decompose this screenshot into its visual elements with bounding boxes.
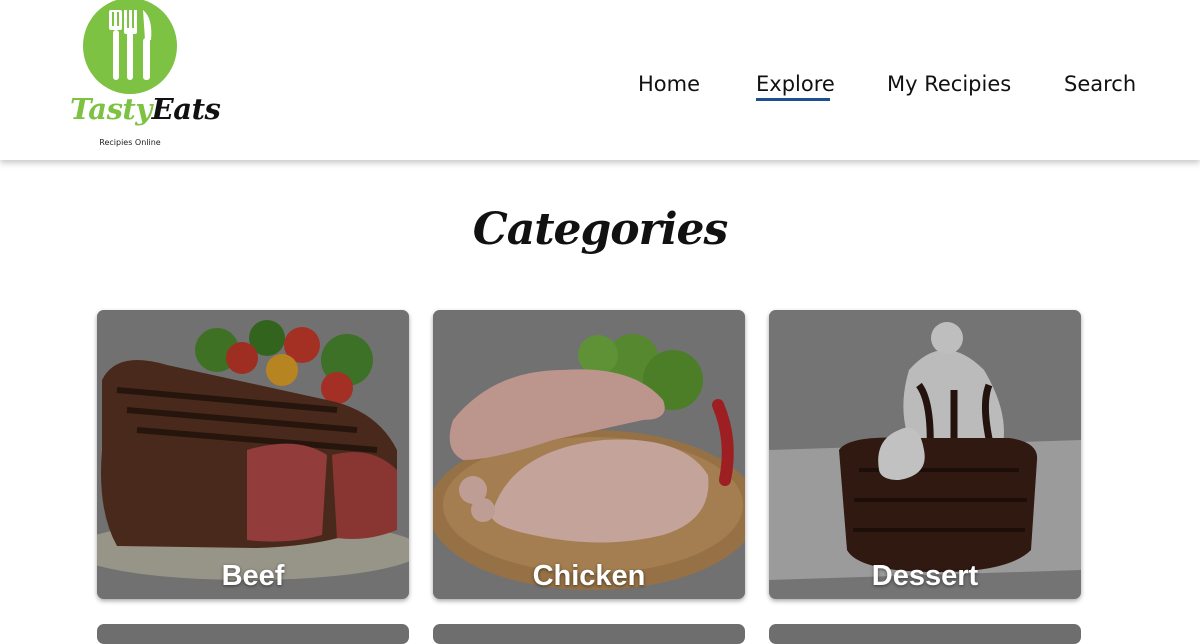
category-card-row2[interactable] (433, 624, 745, 644)
nav-home-link[interactable]: Home (638, 70, 700, 98)
nav-my-recipies-link[interactable]: My Recipies (887, 70, 1011, 98)
brand-tagline: Recipies Online (99, 138, 161, 147)
main-nav: Home Explore My Recipies Search (0, 70, 1200, 110)
card-overlay (433, 310, 745, 599)
category-card-row2[interactable] (769, 624, 1081, 644)
nav-explore-link[interactable]: Explore (756, 70, 835, 98)
category-card-row2[interactable] (97, 624, 409, 644)
page-title: Categories (472, 204, 729, 255)
card-overlay (97, 310, 409, 599)
category-label-chicken: Chicken (532, 560, 646, 592)
category-label-dessert: Dessert (871, 560, 979, 592)
category-card-beef[interactable]: Beef (97, 310, 409, 599)
card-overlay (769, 310, 1081, 599)
category-card-dessert[interactable]: Dessert (769, 310, 1081, 599)
category-card-chicken[interactable]: Chicken (433, 310, 745, 599)
nav-search-link[interactable]: Search (1064, 70, 1136, 98)
nav-active-indicator (756, 98, 830, 101)
category-label-beef: Beef (221, 560, 285, 592)
site-header: TastyEats Recipies Online Home Explore M… (0, 0, 1200, 160)
